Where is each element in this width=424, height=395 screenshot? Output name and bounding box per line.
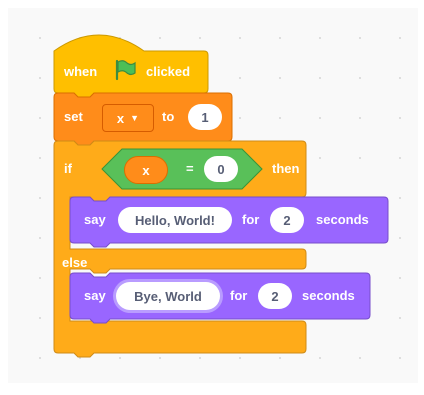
say-label: say <box>84 212 106 227</box>
variable-dropdown[interactable]: x ▼ <box>102 104 154 132</box>
set-value-input[interactable]: 1 <box>188 104 222 130</box>
variable-dropdown-value: x <box>116 110 125 126</box>
say-label: say <box>84 288 106 303</box>
dropdown-caret-icon: ▼ <box>130 113 140 123</box>
code-workspace[interactable]: when clicked set x ▼ to 1 if x = 0 then … <box>8 8 418 383</box>
x-variable-reporter[interactable]: x <box>124 156 168 184</box>
then-label: then <box>272 161 300 176</box>
say-bye-block[interactable]: say Bye, World for 2 seconds <box>69 272 371 324</box>
set-variable-block[interactable]: set x ▼ to 1 <box>53 92 233 146</box>
seconds-label: seconds <box>316 212 369 227</box>
say-seconds-input[interactable]: 2 <box>258 283 292 309</box>
if-label: if <box>64 161 72 176</box>
compare-value-input[interactable]: 0 <box>204 156 238 182</box>
seconds-label: seconds <box>302 288 355 303</box>
if-else-block[interactable]: if x = 0 then else <box>53 140 307 363</box>
say-message-input-focused[interactable]: Bye, World <box>116 282 220 310</box>
when-flag-clicked-block[interactable]: when clicked <box>53 33 209 98</box>
to-label: to <box>162 109 175 124</box>
equals-condition-block[interactable]: x = 0 <box>101 148 263 190</box>
for-label: for <box>242 212 260 227</box>
say-hello-block[interactable]: say Hello, World! for 2 seconds <box>69 196 389 248</box>
else-label: else <box>62 255 88 270</box>
when-label: when <box>64 64 98 79</box>
equals-operator-label: = <box>186 161 194 176</box>
say-seconds-input[interactable]: 2 <box>270 207 304 233</box>
say-message-input[interactable]: Hello, World! <box>118 207 232 233</box>
for-label: for <box>230 288 248 303</box>
set-label: set <box>64 109 83 124</box>
clicked-label: clicked <box>146 64 191 79</box>
